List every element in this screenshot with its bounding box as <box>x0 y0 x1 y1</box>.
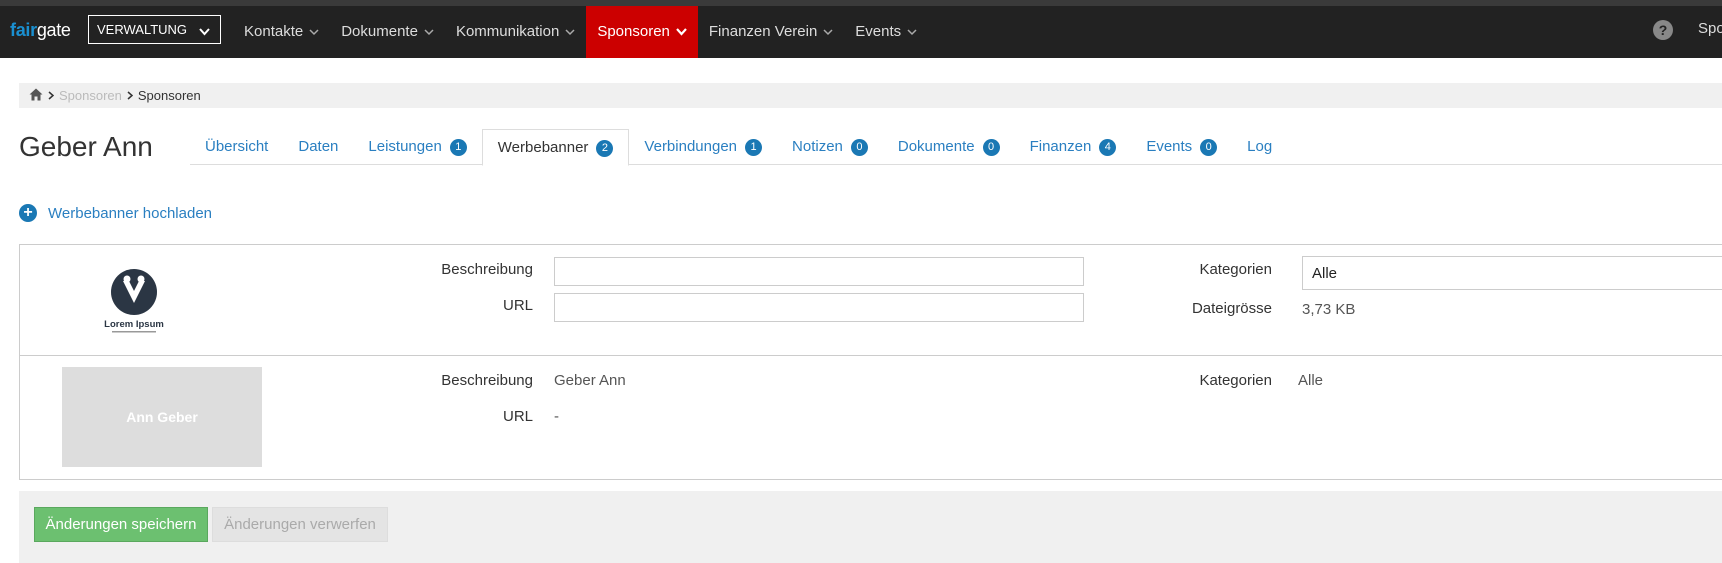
banner-row: Ann Geber Beschreibung Geber Ann URL - K… <box>20 356 1722 480</box>
tab-log[interactable]: Log <box>1232 129 1287 165</box>
page-title: Geber Ann <box>19 131 153 162</box>
discard-changes-button[interactable]: Änderungen verwerfen <box>212 507 388 542</box>
count-badge: 1 <box>745 138 763 156</box>
chevron-down-icon <box>676 6 687 58</box>
description-value: Geber Ann <box>554 372 626 389</box>
plus-circle-icon: + <box>19 204 37 222</box>
form-actions: Änderungen speichern Änderungen verwerfe… <box>19 491 1722 563</box>
nav-item-events[interactable]: Events <box>844 6 928 58</box>
banner-placeholder-image: Ann Geber <box>62 367 262 467</box>
count-badge: 0 <box>1200 138 1218 156</box>
filesize-value: 3,73 KB <box>1302 301 1356 318</box>
url-input[interactable] <box>554 293 1084 322</box>
chevron-down-icon <box>309 6 319 58</box>
categories-label: Kategorien <box>1199 261 1272 278</box>
tab-verbindungen[interactable]: Verbindungen 1 <box>629 129 777 165</box>
description-label: Beschreibung <box>441 261 533 278</box>
svg-text:Lorem Ipsum: Lorem Ipsum <box>104 319 164 330</box>
area-select[interactable]: VERWALTUNG <box>88 15 221 44</box>
url-label: URL <box>502 408 533 425</box>
banner-row: Lorem Ipsum Beschreibung URL Kategorien … <box>20 245 1722 356</box>
banner-list: Lorem Ipsum Beschreibung URL Kategorien … <box>19 244 1722 480</box>
tab-uebersicht[interactable]: Übersicht <box>190 129 283 165</box>
categories-select-value: Alle <box>1312 265 1338 282</box>
help-icon[interactable]: ? <box>1653 20 1673 40</box>
nav-item-finanzen-verein[interactable]: Finanzen Verein <box>698 6 844 58</box>
tab-notizen[interactable]: Notizen 0 <box>777 129 883 165</box>
tab-daten[interactable]: Daten <box>283 129 353 165</box>
breadcrumb-current: Sponsoren <box>137 88 201 103</box>
count-badge: 0 <box>982 138 1000 156</box>
tab-dokumente[interactable]: Dokumente 0 <box>883 129 1015 165</box>
nav-item-kommunikation[interactable]: Kommunikation <box>445 6 586 58</box>
count-badge: 0 <box>850 138 868 156</box>
home-icon[interactable] <box>29 88 43 104</box>
tab-events[interactable]: Events 0 <box>1131 129 1232 165</box>
user-menu[interactable]: Spo <box>1698 20 1722 37</box>
description-label: Beschreibung <box>441 372 533 389</box>
url-value: - <box>554 408 559 425</box>
upload-banner-link[interactable]: + Werbebanner hochladen <box>19 204 212 222</box>
description-input[interactable] <box>554 257 1084 286</box>
tab-bar: Übersicht Daten Leistungen 1 Werbebanner 2… <box>190 129 1722 166</box>
breadcrumb: Sponsoren Sponsoren <box>19 83 1722 108</box>
count-badge: 1 <box>449 138 467 156</box>
main-nav: Kontakte Dokumente Kommunikation Sponsor… <box>233 6 928 58</box>
chevron-down-icon <box>823 6 833 58</box>
save-changes-button[interactable]: Änderungen speichern <box>34 507 208 542</box>
categories-value: Alle <box>1298 372 1324 389</box>
app-logo[interactable]: fairgate <box>10 20 71 41</box>
count-badge: 2 <box>596 139 614 157</box>
breadcrumb-link-sponsoren[interactable]: Sponsoren <box>59 88 122 103</box>
top-navbar: fairgate VERWALTUNG Kontakte Dokumente K… <box>0 0 1722 58</box>
categories-label: Kategorien <box>1199 372 1272 389</box>
nav-item-dokumente[interactable]: Dokumente <box>330 6 445 58</box>
chevron-right-icon <box>48 88 55 103</box>
nav-item-sponsoren[interactable]: Sponsoren <box>586 6 698 58</box>
banner-logo-image: Lorem Ipsum <box>90 267 200 337</box>
url-label: URL <box>502 297 533 314</box>
chevron-down-icon <box>424 6 434 58</box>
nav-item-kontakte[interactable]: Kontakte <box>233 6 330 58</box>
chevron-down-icon <box>907 6 917 58</box>
filesize-label: Dateigrösse <box>1191 300 1272 317</box>
categories-select[interactable]: Alle <box>1302 256 1722 290</box>
tab-werbebanner[interactable]: Werbebanner 2 <box>481 129 630 166</box>
count-badge: 4 <box>1099 138 1117 156</box>
area-select-label: VERWALTUNG <box>97 22 188 37</box>
upload-banner-label: Werbebanner hochladen <box>48 204 213 222</box>
chevron-right-icon <box>127 88 134 103</box>
chevron-down-icon <box>565 6 575 58</box>
tab-leistungen[interactable]: Leistungen 1 <box>353 129 481 165</box>
chevron-down-icon <box>199 23 210 38</box>
tab-finanzen[interactable]: Finanzen 4 <box>1015 129 1132 165</box>
